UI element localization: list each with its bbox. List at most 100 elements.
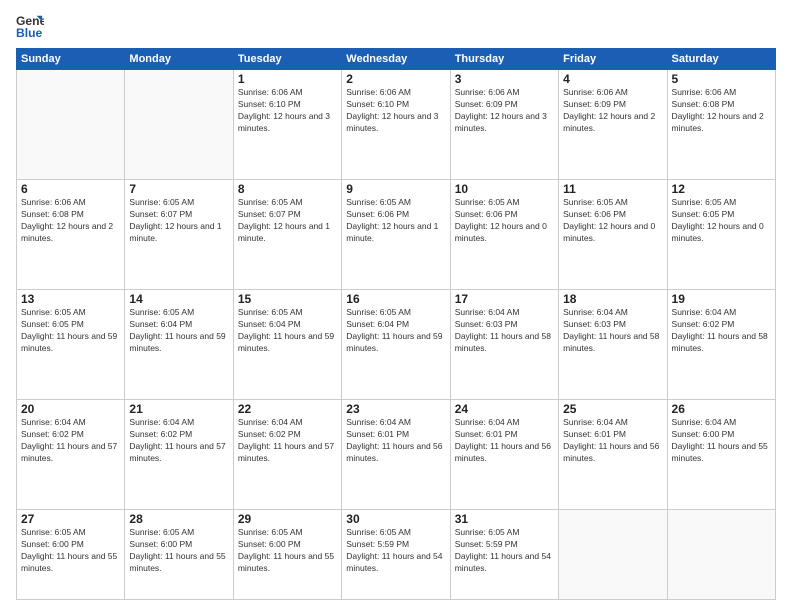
day-number: 24 [455, 402, 554, 416]
logo: General Blue [16, 12, 44, 40]
day-info: Sunrise: 6:06 AMSunset: 6:08 PMDaylight:… [672, 87, 771, 135]
day-info: Sunrise: 6:05 AMSunset: 6:04 PMDaylight:… [129, 307, 228, 355]
day-number: 15 [238, 292, 337, 306]
day-number: 22 [238, 402, 337, 416]
day-info: Sunrise: 6:04 AMSunset: 6:02 PMDaylight:… [672, 307, 771, 355]
day-info: Sunrise: 6:05 AMSunset: 6:00 PMDaylight:… [129, 527, 228, 575]
day-info: Sunrise: 6:05 AMSunset: 6:06 PMDaylight:… [455, 197, 554, 245]
calendar-cell: 31Sunrise: 6:05 AMSunset: 5:59 PMDayligh… [450, 510, 558, 600]
day-info: Sunrise: 6:05 AMSunset: 6:00 PMDaylight:… [21, 527, 120, 575]
day-info: Sunrise: 6:05 AMSunset: 6:04 PMDaylight:… [346, 307, 445, 355]
weekday-header-sunday: Sunday [17, 49, 125, 70]
day-number: 16 [346, 292, 445, 306]
calendar-week-5: 27Sunrise: 6:05 AMSunset: 6:00 PMDayligh… [17, 510, 776, 600]
day-info: Sunrise: 6:05 AMSunset: 6:05 PMDaylight:… [672, 197, 771, 245]
day-number: 23 [346, 402, 445, 416]
day-info: Sunrise: 6:04 AMSunset: 6:01 PMDaylight:… [455, 417, 554, 465]
day-number: 7 [129, 182, 228, 196]
day-number: 26 [672, 402, 771, 416]
day-number: 9 [346, 182, 445, 196]
day-info: Sunrise: 6:06 AMSunset: 6:10 PMDaylight:… [346, 87, 445, 135]
day-info: Sunrise: 6:04 AMSunset: 6:02 PMDaylight:… [129, 417, 228, 465]
day-info: Sunrise: 6:04 AMSunset: 6:01 PMDaylight:… [346, 417, 445, 465]
calendar-cell: 11Sunrise: 6:05 AMSunset: 6:06 PMDayligh… [559, 180, 667, 290]
day-number: 2 [346, 72, 445, 86]
day-number: 14 [129, 292, 228, 306]
calendar-cell: 20Sunrise: 6:04 AMSunset: 6:02 PMDayligh… [17, 400, 125, 510]
calendar-cell: 4Sunrise: 6:06 AMSunset: 6:09 PMDaylight… [559, 70, 667, 180]
day-number: 19 [672, 292, 771, 306]
calendar-cell [559, 510, 667, 600]
day-info: Sunrise: 6:05 AMSunset: 6:06 PMDaylight:… [346, 197, 445, 245]
calendar-cell: 21Sunrise: 6:04 AMSunset: 6:02 PMDayligh… [125, 400, 233, 510]
calendar-cell: 19Sunrise: 6:04 AMSunset: 6:02 PMDayligh… [667, 290, 775, 400]
calendar-cell: 10Sunrise: 6:05 AMSunset: 6:06 PMDayligh… [450, 180, 558, 290]
day-number: 4 [563, 72, 662, 86]
day-info: Sunrise: 6:05 AMSunset: 6:06 PMDaylight:… [563, 197, 662, 245]
calendar-cell: 30Sunrise: 6:05 AMSunset: 5:59 PMDayligh… [342, 510, 450, 600]
page: General Blue SundayMondayTuesdayWednesda… [0, 0, 792, 612]
day-number: 25 [563, 402, 662, 416]
weekday-header-row: SundayMondayTuesdayWednesdayThursdayFrid… [17, 49, 776, 70]
day-info: Sunrise: 6:05 AMSunset: 6:07 PMDaylight:… [238, 197, 337, 245]
day-number: 10 [455, 182, 554, 196]
calendar-cell: 2Sunrise: 6:06 AMSunset: 6:10 PMDaylight… [342, 70, 450, 180]
day-info: Sunrise: 6:05 AMSunset: 6:07 PMDaylight:… [129, 197, 228, 245]
day-info: Sunrise: 6:05 AMSunset: 6:04 PMDaylight:… [238, 307, 337, 355]
calendar-cell [125, 70, 233, 180]
calendar-cell: 9Sunrise: 6:05 AMSunset: 6:06 PMDaylight… [342, 180, 450, 290]
day-number: 1 [238, 72, 337, 86]
weekday-header-friday: Friday [559, 49, 667, 70]
calendar-cell: 1Sunrise: 6:06 AMSunset: 6:10 PMDaylight… [233, 70, 341, 180]
weekday-header-thursday: Thursday [450, 49, 558, 70]
svg-text:Blue: Blue [16, 26, 43, 40]
calendar-week-4: 20 Sunrise: 6:04 AMSunset: 6:02 PMDayligh… [17, 400, 776, 510]
day-number: 17 [455, 292, 554, 306]
day-info: Sunrise: 6:06 AMSunset: 6:09 PMDaylight:… [563, 87, 662, 135]
calendar-cell: 3Sunrise: 6:06 AMSunset: 6:09 PMDaylight… [450, 70, 558, 180]
calendar-cell: 7Sunrise: 6:05 AMSunset: 6:07 PMDaylight… [125, 180, 233, 290]
calendar-cell: 23Sunrise: 6:04 AMSunset: 6:01 PMDayligh… [342, 400, 450, 510]
calendar-cell: 24Sunrise: 6:04 AMSunset: 6:01 PMDayligh… [450, 400, 558, 510]
calendar-cell: 27Sunrise: 6:05 AMSunset: 6:00 PMDayligh… [17, 510, 125, 600]
calendar-cell: 26Sunrise: 6:04 AMSunset: 6:00 PMDayligh… [667, 400, 775, 510]
day-number: 5 [672, 72, 771, 86]
calendar-week-2: 6Sunrise: 6:06 AMSunset: 6:08 PMDaylight… [17, 180, 776, 290]
calendar-cell: 18Sunrise: 6:04 AMSunset: 6:03 PMDayligh… [559, 290, 667, 400]
calendar-cell: 14Sunrise: 6:05 AMSunset: 6:04 PMDayligh… [125, 290, 233, 400]
calendar-cell: 12Sunrise: 6:05 AMSunset: 6:05 PMDayligh… [667, 180, 775, 290]
day-number: 21 [129, 402, 228, 416]
day-info: Sunrise: 6:06 AMSunset: 6:10 PMDaylight:… [238, 87, 337, 135]
calendar-cell: 5Sunrise: 6:06 AMSunset: 6:08 PMDaylight… [667, 70, 775, 180]
calendar-cell: 17Sunrise: 6:04 AMSunset: 6:03 PMDayligh… [450, 290, 558, 400]
calendar-week-1: 1Sunrise: 6:06 AMSunset: 6:10 PMDaylight… [17, 70, 776, 180]
logo-icon: General Blue [16, 12, 44, 40]
header: General Blue [16, 12, 776, 40]
weekday-header-tuesday: Tuesday [233, 49, 341, 70]
day-info: Sunrise: 6:06 AMSunset: 6:09 PMDaylight:… [455, 87, 554, 135]
calendar-table: SundayMondayTuesdayWednesdayThursdayFrid… [16, 48, 776, 600]
day-number: 3 [455, 72, 554, 86]
day-info: Sunrise: 6:04 AMSunset: 6:01 PMDaylight:… [563, 417, 662, 465]
day-info: Sunrise: 6:04 AMSunset: 6:03 PMDaylight:… [455, 307, 554, 355]
calendar-cell [667, 510, 775, 600]
calendar-cell: 29Sunrise: 6:05 AMSunset: 6:00 PMDayligh… [233, 510, 341, 600]
day-number: 20 [21, 402, 120, 416]
calendar-cell [17, 70, 125, 180]
day-info: Sunrise: 6:05 AMSunset: 6:00 PMDaylight:… [238, 527, 337, 575]
day-number: 29 [238, 512, 337, 526]
day-info: Sunrise: 6:04 AMSunset: 6:03 PMDaylight:… [563, 307, 662, 355]
weekday-header-saturday: Saturday [667, 49, 775, 70]
day-info: Sunrise: 6:04 AMSunset: 6:02 PMDaylight:… [238, 417, 337, 465]
day-info: Sunrise: 6:04 AMSunset: 6:00 PMDaylight:… [672, 417, 771, 465]
day-number: 8 [238, 182, 337, 196]
calendar-cell: 22Sunrise: 6:04 AMSunset: 6:02 PMDayligh… [233, 400, 341, 510]
day-number: 27 [21, 512, 120, 526]
day-number: 31 [455, 512, 554, 526]
calendar-cell: 6Sunrise: 6:06 AMSunset: 6:08 PMDaylight… [17, 180, 125, 290]
weekday-header-monday: Monday [125, 49, 233, 70]
weekday-header-wednesday: Wednesday [342, 49, 450, 70]
calendar-cell: 16Sunrise: 6:05 AMSunset: 6:04 PMDayligh… [342, 290, 450, 400]
day-number: 18 [563, 292, 662, 306]
day-info: Sunrise: 6:05 AMSunset: 6:05 PMDaylight:… [21, 307, 120, 355]
